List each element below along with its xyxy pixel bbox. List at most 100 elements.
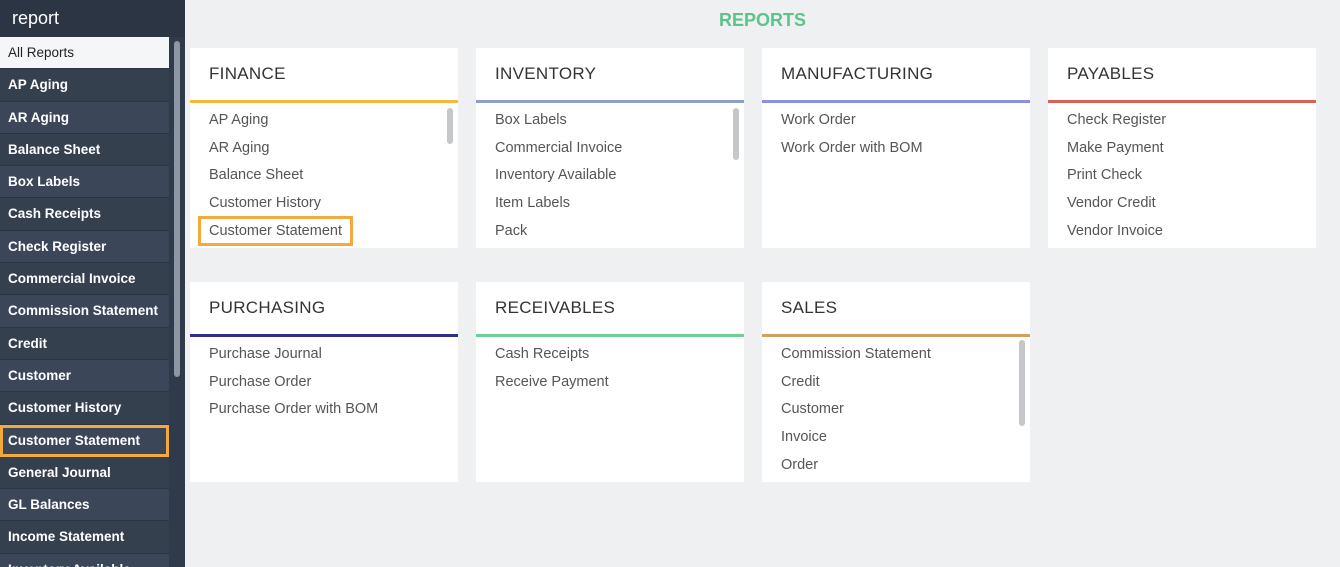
sidebar-item-gl-balances[interactable]: GL Balances [0,489,169,522]
report-link-label: Customer Statement [198,215,353,246]
report-link-label: Print Check [1067,167,1142,184]
report-link-receive-payment[interactable]: Receive Payment [476,369,744,397]
report-link-label: Work Order [781,112,856,128]
sidebar-item-customer-statement[interactable]: Customer Statement [0,424,169,457]
report-link-label: Customer History [209,195,321,212]
report-card-purchasing: PURCHASING Purchase Journal Purchase Ord… [190,282,458,482]
report-link-work-order[interactable]: Work Order [762,107,1030,135]
sidebar-item-general-journal[interactable]: General Journal [0,456,169,490]
card-list: Box Labels Commercial Invoice Inventory … [476,103,744,245]
report-link-label: AR Aging [209,139,270,156]
report-link-print-check[interactable]: Print Check [1048,162,1316,190]
report-link-label: Balance Sheet [209,167,304,184]
report-link-commission-statement[interactable]: Commission Statement [762,341,1030,369]
sidebar-item-ar-aging[interactable]: AR Aging [0,101,169,134]
report-link-label: Invoice [781,429,827,446]
sidebar-item-credit[interactable]: Credit [0,327,169,360]
sidebar-item-balance-sheet[interactable]: Balance Sheet [0,133,169,167]
sidebar-scrollbar-thumb[interactable] [174,41,180,377]
report-card-manufacturing: MANUFACTURING Work Order Work Order with… [762,48,1030,248]
report-link-item-labels[interactable]: Item Labels [476,190,744,218]
card-title: SALES [781,298,838,317]
report-link-make-payment[interactable]: Make Payment [1048,135,1316,163]
report-link-commercial-invoice[interactable]: Commercial Invoice [476,135,744,163]
card-list: AP Aging AR Aging Balance Sheet Customer… [190,103,458,246]
card-scrollbar[interactable] [447,108,453,144]
sidebar: report All Reports AP Aging AR Aging Bal… [0,0,185,567]
sidebar-item-cash-receipts[interactable]: Cash Receipts [0,198,169,231]
sidebar-scrollbar[interactable] [171,37,183,567]
report-card-sales: SALES Commission Statement Credit Custom… [762,282,1030,482]
card-list: Work Order Work Order with BOM [762,103,1030,162]
sidebar-item-check-register[interactable]: Check Register [0,230,169,264]
report-link-label: Vendor Credit [1067,195,1156,212]
report-card-inventory: INVENTORY Box Labels Commercial Invoice … [476,48,744,248]
report-link-label: Order [781,456,819,473]
main-content: REPORTS FINANCE AP Aging AR Aging Balanc… [185,0,1340,567]
report-link-purchase-journal[interactable]: Purchase Journal [190,341,458,369]
report-link-vendor-credit[interactable]: Vendor Credit [1048,190,1316,218]
sidebar-item-all-reports[interactable]: All Reports [0,37,169,70]
card-title: RECEIVABLES [495,298,616,317]
report-link-invoice[interactable]: Invoice [762,424,1030,452]
page-title: REPORTS [718,10,806,30]
report-link-label: Purchase Order with BOM [209,401,379,418]
sidebar-item-income-statement[interactable]: Income Statement [0,521,169,554]
sidebar-item-commercial-invoice[interactable]: Commercial Invoice [0,263,169,296]
card-scrollbar[interactable] [1019,340,1025,426]
report-link-label: Check Register [1067,112,1167,128]
report-link-box-labels[interactable]: Box Labels [476,107,744,135]
card-list: Cash Receipts Receive Payment [476,337,744,396]
report-link-label: Make Payment [1067,139,1164,156]
report-link-label: Inventory Available [495,167,617,184]
sidebar-item-box-labels[interactable]: Box Labels [0,166,169,199]
report-card-receivables: RECEIVABLES Cash Receipts Receive Paymen… [476,282,744,482]
card-title: FINANCE [209,64,286,83]
report-link-balance-sheet[interactable]: Balance Sheet [190,162,458,190]
report-link-customer-history[interactable]: Customer History [190,190,458,218]
report-link-label: Commercial Invoice [495,139,623,156]
sidebar-item-ap-aging[interactable]: AP Aging [0,69,169,102]
card-list: Commission Statement Credit Customer Inv… [762,337,1030,479]
sidebar-item-commission-statement[interactable]: Commission Statement [0,295,169,328]
sidebar-item-customer[interactable]: Customer [0,359,169,393]
report-link-vendor-invoice[interactable]: Vendor Invoice [1048,218,1316,246]
report-link-label: Item Labels [495,195,570,212]
report-link-label: Work Order with BOM [781,139,923,156]
report-link-check-register[interactable]: Check Register [1048,107,1316,135]
report-link-label: Box Labels [495,112,567,128]
card-title: INVENTORY [495,64,597,83]
report-link-credit[interactable]: Credit [762,369,1030,397]
report-link-label: Purchase Order [209,373,312,390]
sidebar-list: All Reports AP Aging AR Aging Balance Sh… [0,37,169,567]
card-list: Check Register Make Payment Print Check … [1048,103,1316,245]
report-card-payables: PAYABLES Check Register Make Payment Pri… [1048,48,1316,248]
sidebar-item-inventory-available[interactable]: Inventory Available [0,553,169,567]
report-link-label: Credit [781,373,820,390]
card-scrollbar[interactable] [733,108,739,160]
report-link-cash-receipts[interactable]: Cash Receipts [476,341,744,369]
report-link-purchase-order[interactable]: Purchase Order [190,369,458,397]
report-link-pack[interactable]: Pack [476,218,744,246]
report-link-ap-aging[interactable]: AP Aging [190,107,458,135]
card-title: PAYABLES [1067,64,1155,83]
report-link-ar-aging[interactable]: AR Aging [190,135,458,163]
report-link-label: Customer [781,401,844,418]
card-title: PURCHASING [209,298,326,317]
report-link-label: AP Aging [209,112,269,128]
report-link-label: Purchase Journal [209,346,322,362]
report-link-label: Vendor Invoice [1067,222,1163,239]
report-link-customer-statement[interactable]: Customer Statement [190,215,458,246]
report-link-label: Pack [495,222,528,239]
report-link-label: Commission Statement [781,346,931,362]
report-link-customer[interactable]: Customer [762,396,1030,424]
sidebar-item-customer-history[interactable]: Customer History [0,392,169,425]
report-link-purchase-order-with-bom[interactable]: Purchase Order with BOM [190,396,458,424]
report-link-inventory-available[interactable]: Inventory Available [476,162,744,190]
report-link-label: Cash Receipts [495,346,590,362]
card-list: Purchase Journal Purchase Order Purchase… [190,337,458,424]
report-card-finance: FINANCE AP Aging AR Aging Balance Sheet … [190,48,458,248]
report-link-order[interactable]: Order [762,452,1030,480]
card-title: MANUFACTURING [781,64,934,83]
report-link-work-order-with-bom[interactable]: Work Order with BOM [762,135,1030,163]
